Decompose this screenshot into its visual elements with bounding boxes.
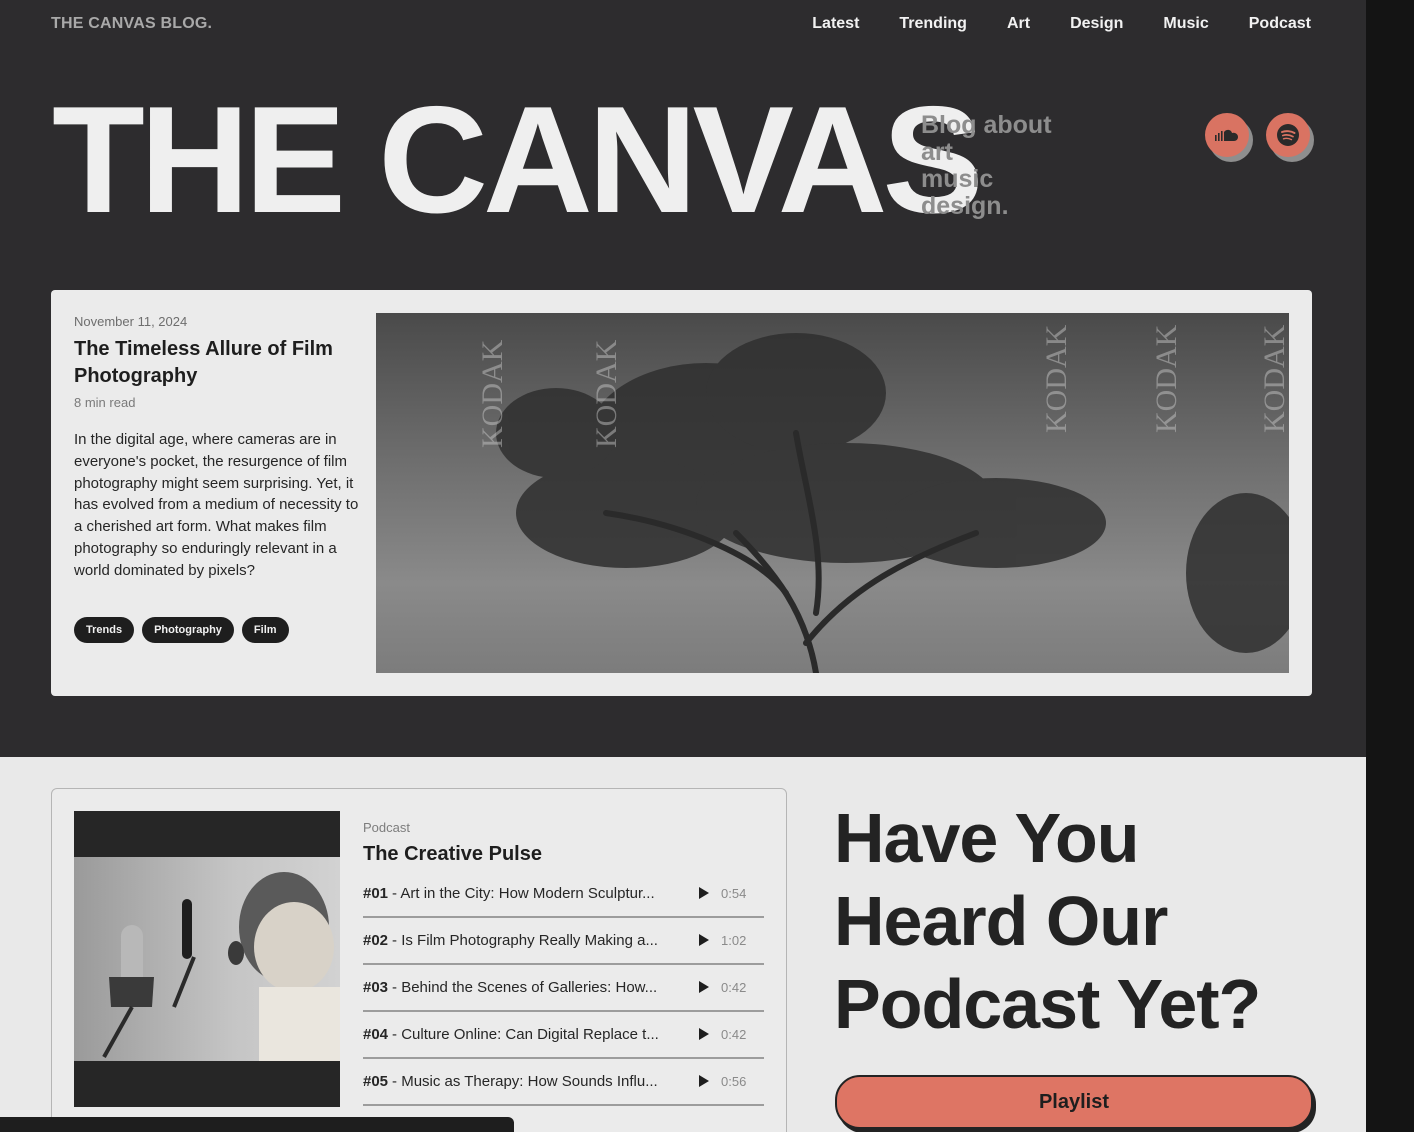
- watermark-text: KODAK: [1258, 324, 1289, 433]
- episode-number: #02: [363, 932, 389, 949]
- article-tags: Trends Photography Film: [74, 617, 289, 643]
- episode-row[interactable]: #02 - Is Film Photography Really Making …: [363, 918, 764, 965]
- play-icon[interactable]: [699, 1028, 709, 1040]
- episode-title: - Music as Therapy: How Sounds Influ...: [392, 1073, 658, 1090]
- nav-podcast[interactable]: Podcast: [1249, 15, 1311, 33]
- episode-title: - Art in the City: How Modern Sculptur..…: [392, 885, 655, 902]
- nav-design[interactable]: Design: [1070, 15, 1123, 33]
- heading-line: Podcast Yet?: [834, 965, 1261, 1043]
- nav-art[interactable]: Art: [1007, 15, 1030, 33]
- episode-title: - Behind the Scenes of Galleries: How...: [392, 979, 658, 996]
- play-icon[interactable]: [699, 934, 709, 946]
- podcast-title: The Creative Pulse: [363, 843, 542, 865]
- status-bar: [0, 1117, 514, 1132]
- episode-title: - Culture Online: Can Digital Replace t.…: [392, 1026, 659, 1043]
- heading-line: Heard Our: [834, 882, 1168, 960]
- episode-row[interactable]: #03 - Behind the Scenes of Galleries: Ho…: [363, 965, 764, 1012]
- watermark-text: KODAK: [590, 339, 623, 448]
- episode-number: #05: [363, 1073, 389, 1090]
- episode-duration: 0:56: [721, 1074, 747, 1089]
- episode-row[interactable]: #05 - Music as Therapy: How Sounds Influ…: [363, 1059, 764, 1106]
- play-icon[interactable]: [699, 981, 709, 993]
- singer-illustration: [102, 872, 340, 1061]
- playlist-button[interactable]: Playlist: [835, 1075, 1313, 1129]
- episode-duration: 0:42: [721, 980, 747, 995]
- spotify-icon: [1277, 124, 1299, 146]
- watermark-text: KODAK: [1150, 324, 1183, 433]
- tagline-line: design.: [921, 192, 1009, 220]
- heading-line: Have You: [834, 799, 1140, 877]
- episode-duration: 1:02: [721, 933, 747, 948]
- episode-number: #04: [363, 1026, 389, 1043]
- page: THE CANVAS BLOG. Latest Trending Art Des…: [0, 0, 1366, 1132]
- main-nav: Latest Trending Art Design Music Podcast: [812, 15, 1311, 33]
- cover-photo: [74, 857, 340, 1061]
- episode-row[interactable]: #01 - Art in the City: How Modern Sculpt…: [363, 871, 764, 918]
- tag-photography[interactable]: Photography: [142, 617, 234, 643]
- episode-duration: 0:42: [721, 1027, 747, 1042]
- podcast-card: Podcast The Creative Pulse #01 - Art in …: [51, 788, 787, 1132]
- episode-row[interactable]: #04 - Culture Online: Can Digital Replac…: [363, 1012, 764, 1059]
- podcast-cover-image[interactable]: [74, 811, 340, 1107]
- hero-title: THE CANVAS: [52, 75, 984, 245]
- episode-title: - Is Film Photography Really Making a...: [392, 932, 658, 949]
- episode-number: #01: [363, 885, 389, 902]
- brand-logo[interactable]: THE CANVAS BLOG.: [51, 15, 212, 33]
- soundcloud-icon: [1215, 129, 1238, 141]
- podcast-label: Podcast: [363, 820, 410, 835]
- article-hero-image[interactable]: KODAK KODAK KODAK KODAK KODAK: [376, 313, 1289, 673]
- tree-photo: KODAK KODAK KODAK KODAK KODAK: [476, 324, 1289, 673]
- nav-trending[interactable]: Trending: [899, 15, 967, 33]
- tag-trends[interactable]: Trends: [74, 617, 135, 643]
- play-icon[interactable]: [699, 1075, 709, 1087]
- podcast-heading: Have You Heard Our Podcast Yet?: [834, 797, 1261, 1046]
- article-date: November 11, 2024: [74, 314, 188, 329]
- watermark-text: KODAK: [476, 339, 509, 448]
- episode-number: #03: [363, 979, 389, 996]
- watermark-text: KODAK: [1040, 324, 1073, 433]
- article-excerpt: In the digital age, where cameras are in…: [74, 431, 359, 579]
- tagline-line: Blog about: [921, 111, 1052, 139]
- soundcloud-button[interactable]: [1205, 113, 1249, 157]
- window-edge: [1366, 0, 1414, 1132]
- nav-latest[interactable]: Latest: [812, 15, 859, 33]
- play-icon[interactable]: [699, 887, 709, 899]
- article-read-time: 8 min read: [74, 395, 136, 410]
- hero-tagline: Blog about art music design.: [921, 112, 1101, 220]
- episode-list: #01 - Art in the City: How Modern Sculpt…: [363, 871, 764, 1106]
- tagline-line: art: [921, 138, 953, 166]
- nav-music[interactable]: Music: [1163, 15, 1208, 33]
- tag-film[interactable]: Film: [241, 617, 289, 643]
- episode-duration: 0:54: [721, 886, 747, 901]
- tagline-line: music: [921, 165, 994, 193]
- article-title[interactable]: The Timeless Allure of Film Photography: [74, 336, 334, 390]
- spotify-button[interactable]: [1266, 113, 1310, 157]
- featured-article-card[interactable]: November 11, 2024 The Timeless Allure of…: [51, 290, 1312, 696]
